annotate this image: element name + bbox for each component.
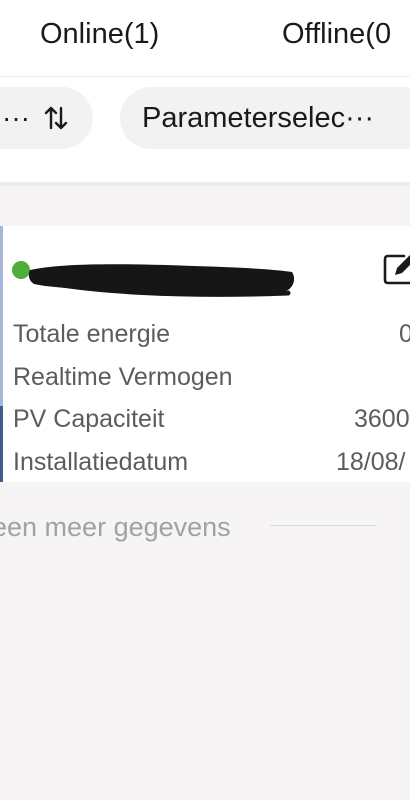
redacted-plant-name: [28, 264, 295, 297]
row-label: PV Capaciteit: [13, 405, 165, 433]
edit-icon: [383, 254, 410, 285]
tab-online[interactable]: Online(1): [40, 18, 159, 51]
sort-arrows-icon: [44, 105, 68, 131]
no-more-data-footer: een meer gegevens: [0, 512, 410, 548]
sort-button[interactable]: ···: [0, 87, 93, 149]
total-energy-row: Totale energie 0: [13, 320, 410, 354]
realtime-power-row: Realtime Vermogen: [13, 363, 410, 397]
parameter-select[interactable]: Parameterselec···: [120, 87, 410, 149]
sort-label: ···: [2, 102, 30, 133]
installation-date-row: Installatiedatum 18/08/: [13, 448, 410, 482]
card-accent-bar-dark: [0, 406, 3, 482]
row-label: Installatiedatum: [13, 448, 189, 476]
row-value: 0: [399, 320, 410, 348]
no-more-data-text: een meer gegevens: [0, 512, 231, 542]
edit-button[interactable]: [382, 250, 410, 286]
pv-capacity-row: PV Capaciteit 3600: [13, 405, 410, 439]
parameter-select-label: Parameterselec···: [142, 101, 375, 134]
plant-card[interactable]: Totale energie 0 Realtime Vermogen PV Ca…: [0, 226, 410, 482]
filter-bar: ··· Parameterselec···: [0, 77, 410, 186]
row-value: 3600: [354, 405, 410, 433]
row-label: Totale energie: [13, 320, 171, 348]
tab-offline[interactable]: Offline(0: [282, 18, 391, 51]
divider-line: [270, 525, 377, 526]
row-value: 18/08/: [336, 448, 406, 476]
status-tabs: Online(1) Offline(0: [0, 0, 410, 77]
row-label: Realtime Vermogen: [13, 363, 233, 391]
